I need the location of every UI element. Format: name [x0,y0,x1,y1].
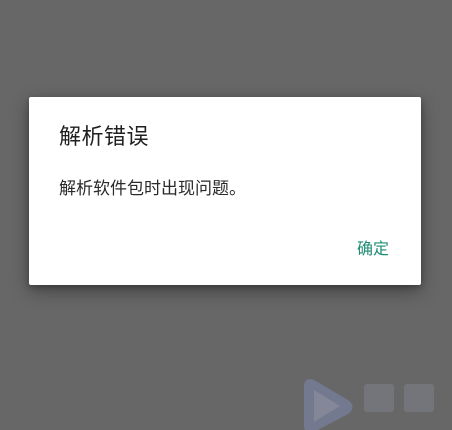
confirm-button[interactable]: 确定 [351,235,395,263]
parse-error-dialog: 解析错误 解析软件包时出现问题。 确定 [29,97,421,285]
dialog-message: 解析软件包时出现问题。 [59,179,246,199]
play-logo-icon [304,379,434,430]
watermark [300,374,452,430]
dialog-title: 解析错误 [59,125,150,150]
